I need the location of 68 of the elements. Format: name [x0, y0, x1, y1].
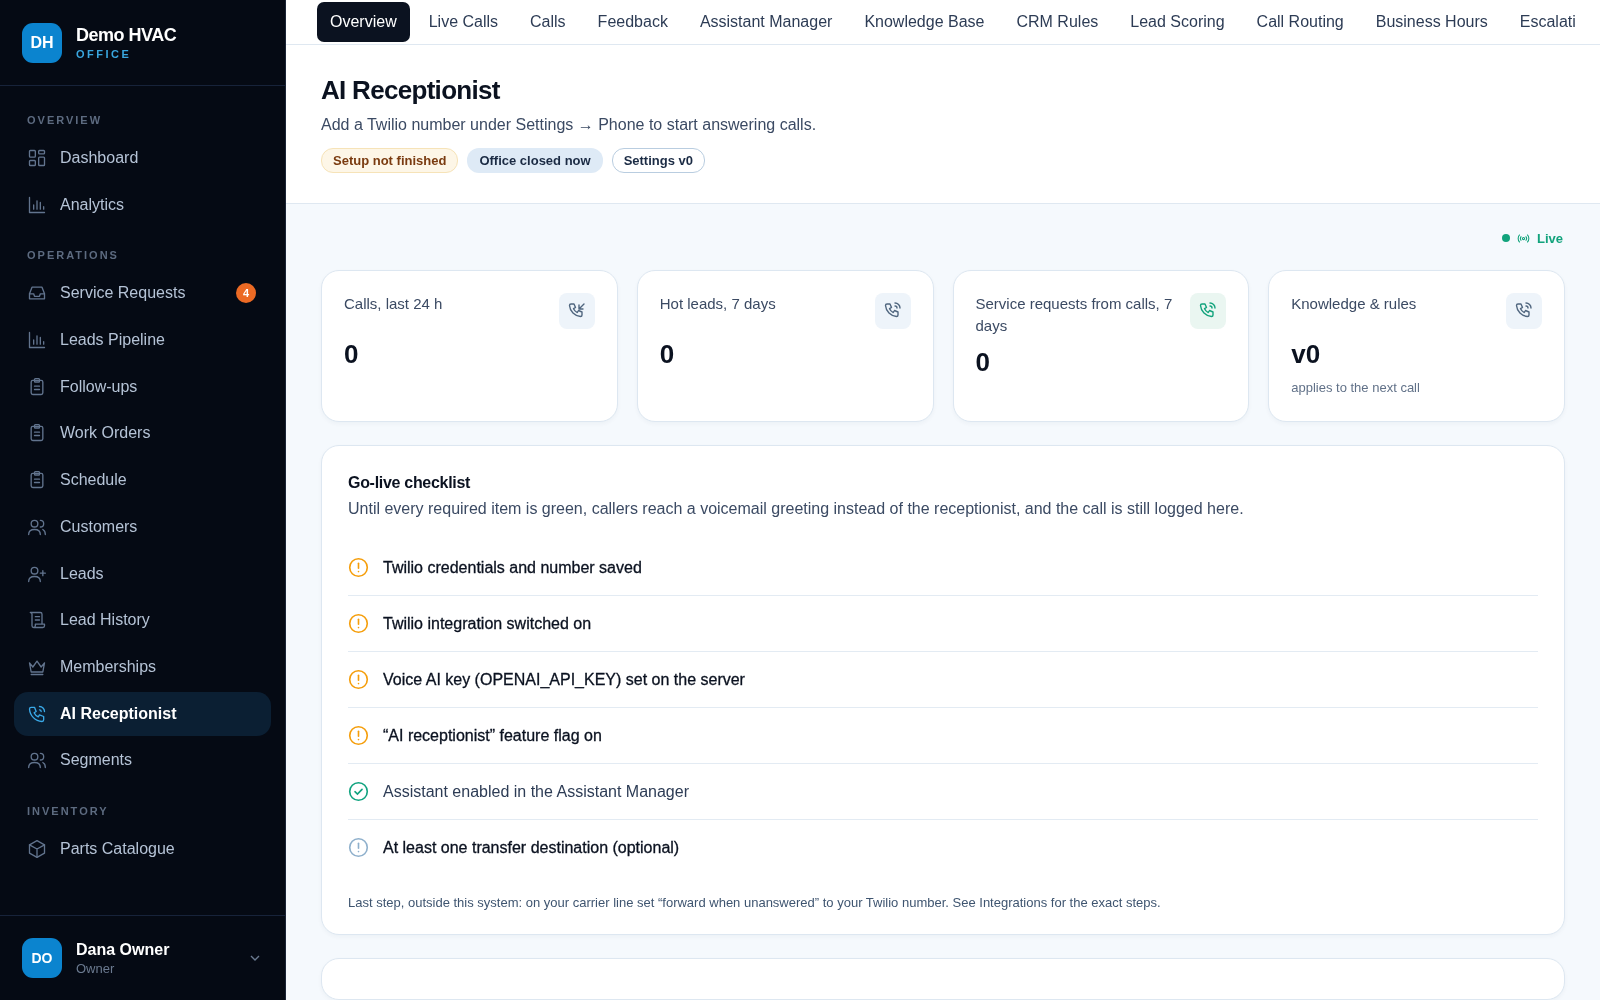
tab[interactable]: Overview — [317, 2, 410, 42]
status-badge: Settings v0 — [611, 148, 705, 173]
stat-label: Knowledge & rules — [1291, 294, 1417, 314]
stat-value: v0 — [1291, 339, 1322, 370]
user-role: Owner — [76, 960, 116, 976]
sidebar-item[interactable]: AI Receptionist — [14, 691, 271, 736]
page-subtitle: Add a Twilio number under Settings → Phone to start answering calls. — [321, 116, 818, 134]
status-badge: Setup not finished — [321, 148, 459, 173]
bar-chart-icon — [27, 194, 47, 215]
brand-name: Demo HVAC — [76, 25, 177, 46]
live-label: Live — [1537, 230, 1563, 246]
sidebar-item[interactable]: Memberships — [14, 644, 271, 689]
count-badge: 4 — [236, 283, 256, 304]
section-heading: OPERATIONS — [26, 248, 120, 264]
sidebar-item[interactable]: Parts Catalogue — [14, 826, 271, 871]
user-avatar: DO — [22, 938, 62, 978]
checklist-item: “AI receptionist” feature flag on — [383, 726, 602, 745]
tab[interactable]: Feedback — [584, 2, 681, 42]
sidebar-item[interactable]: Lead History — [14, 598, 271, 643]
stat-label: Calls, last 24 h — [344, 294, 443, 314]
sidebar-item[interactable]: Segments — [14, 738, 271, 783]
checklist-title: Go-live checklist — [348, 474, 472, 492]
checklist-item: Twilio credentials and number saved — [383, 558, 642, 577]
section-heading: INVENTORY — [26, 803, 110, 819]
stat-value: 0 — [659, 339, 676, 370]
tab[interactable]: Live Calls — [415, 2, 512, 42]
tab[interactable]: Call Routing — [1243, 2, 1357, 42]
scroll-icon — [27, 610, 47, 631]
checklist-item: Voice AI key (OPENAI_API_KEY) set on the server — [383, 670, 745, 689]
sidebar-item[interactable]: Analytics — [14, 182, 271, 227]
brand-logo: DH — [22, 22, 62, 63]
checklist-item: Twilio integration switched on — [383, 614, 592, 633]
user-name: Dana Owner — [76, 940, 170, 959]
tab[interactable]: Calls — [517, 2, 579, 42]
tab[interactable]: Business Hours — [1362, 2, 1501, 42]
stat-label: Hot leads, 7 days — [659, 294, 776, 314]
users-icon — [27, 750, 47, 771]
tab[interactable]: Lead Scoring — [1117, 2, 1238, 42]
section-heading: OVERVIEW — [26, 113, 104, 128]
stat-note: applies to the next call — [1291, 380, 1421, 395]
brand-subtitle: OFFICE — [76, 48, 133, 60]
sidebar-item[interactable]: Dashboard — [14, 136, 271, 180]
grid-icon — [27, 148, 47, 168]
phone-icon — [27, 703, 47, 724]
sidebar-item[interactable]: Service Requests 4 — [14, 271, 271, 316]
sidebar-item[interactable]: Work Orders — [14, 411, 271, 456]
page-title: AI Receptionist — [321, 75, 501, 106]
stat-value: 0 — [975, 346, 991, 378]
tab[interactable]: Knowledge Base — [851, 2, 998, 42]
box-icon — [27, 838, 47, 859]
live-dot-icon — [1502, 234, 1510, 242]
checklist-footnote: Last step, outside this system: on your carrier line set “forward when unanswered” to your Twilio number. See Integrations for the exact steps. — [348, 895, 1162, 910]
sidebar-item[interactable]: Schedule — [14, 458, 271, 503]
stat-value: 0 — [344, 339, 360, 370]
broadcast-icon — [1517, 231, 1530, 245]
checklist-description: Until every required item is green, callers reach a voicemail greeting instead of the receptionist, and the call is still logged here. — [348, 500, 1245, 518]
status-badge: Office closed now — [467, 148, 603, 173]
checklist-item: Assistant enabled in the Assistant Manager — [383, 782, 689, 801]
tab[interactable]: Escalati — [1506, 2, 1589, 42]
tab[interactable]: CRM Rules — [1003, 2, 1112, 42]
sidebar-item[interactable]: Leads — [14, 551, 271, 596]
sidebar-item[interactable]: Leads Pipeline — [14, 318, 271, 363]
tab[interactable]: Assistant Manager — [686, 2, 846, 42]
bar-chart-icon — [27, 330, 47, 351]
stat-label: Service requests from calls, 7 days — [975, 294, 1174, 336]
sidebar-item[interactable]: Customers — [14, 504, 271, 549]
checklist-item: At least one transfer destination (optional) — [383, 838, 680, 857]
sidebar-item[interactable]: Follow-ups — [14, 364, 271, 409]
